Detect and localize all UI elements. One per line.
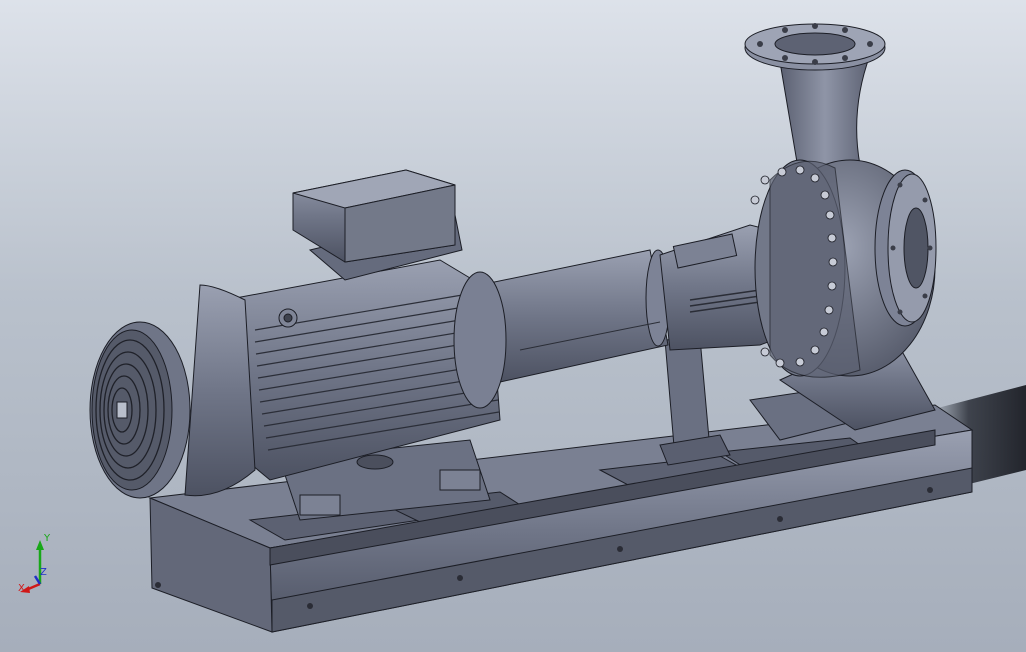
x-axis-label: X xyxy=(18,583,25,594)
pump-assembly-model[interactable] xyxy=(0,0,1026,652)
coupling-guard[interactable] xyxy=(479,249,671,383)
z-axis-label: Z xyxy=(40,567,47,578)
y-axis-head xyxy=(36,540,44,550)
coordinate-triad: Y X Z xyxy=(18,532,78,602)
cad-viewport[interactable]: Y X Z xyxy=(0,0,1026,652)
discharge-flange[interactable] xyxy=(744,23,886,71)
suction-flange[interactable] xyxy=(874,169,937,327)
y-axis-label: Y xyxy=(44,533,51,544)
fan-cover[interactable] xyxy=(89,284,256,499)
